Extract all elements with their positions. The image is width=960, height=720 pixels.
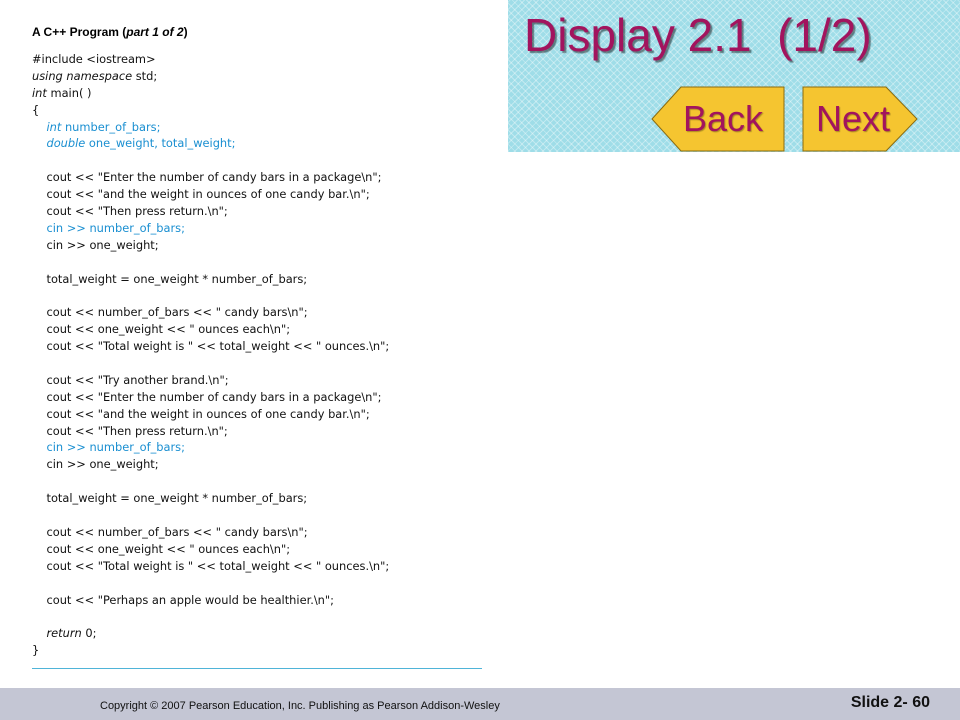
code-line: cout << "Then press return.\n"; <box>32 423 228 438</box>
code-line: cout << "Perhaps an apple would be healt… <box>32 592 334 607</box>
back-button-label: Back <box>682 98 764 139</box>
code-keyword: return <box>46 626 82 641</box>
copyright-text: Copyright © 2007 Pearson Education, Inc.… <box>100 700 500 712</box>
code-heading-suffix: ) <box>183 25 188 39</box>
code-line: cout << "Enter the number of candy bars … <box>32 170 382 185</box>
code-heading-prefix: A C++ Program ( <box>32 25 127 39</box>
code-line: #include <iostream> <box>32 52 156 66</box>
code-line: total_weight = one_weight * number_of_ba… <box>32 271 308 286</box>
code-line: cout << "Try another brand.\n"; <box>32 372 229 387</box>
code-line: cout << one_weight << " ounces each\n"; <box>32 322 291 337</box>
code-keyword: int <box>32 85 47 100</box>
code-heading-part: part 1 of 2 <box>126 25 184 39</box>
back-button[interactable]: Back <box>651 86 785 152</box>
code-line: cout << "and the weight in ounces of one… <box>32 406 370 421</box>
code-keyword: int <box>46 119 62 134</box>
code-line: cout << "Then press return.\n"; <box>32 204 228 219</box>
code-listing: A C++ Program (part 1 of 2) #include <io… <box>32 22 482 659</box>
code-divider <box>32 668 482 669</box>
code-line: total_weight = one_weight * number_of_ba… <box>32 491 308 506</box>
slide-number: Slide 2- 60 <box>850 694 930 711</box>
title-panel: Display 2.1 (1/2) Back Next <box>508 0 960 152</box>
code-line: cout << number_of_bars << " candy bars\n… <box>32 305 308 320</box>
code-line: cin >> one_weight; <box>32 237 159 252</box>
footer-bar: Copyright © 2007 Pearson Education, Inc.… <box>0 688 960 720</box>
code-line: return 0; <box>46 626 97 641</box>
code-line: cin >> number_of_bars; <box>32 220 185 235</box>
code-line: cout << one_weight << " ounces each\n"; <box>32 541 291 556</box>
next-button[interactable]: Next <box>802 86 918 152</box>
code-line: } <box>32 643 40 658</box>
code-lines: #include <iostream> using namespace std; i… <box>32 51 482 659</box>
code-line: cin >> number_of_bars; <box>32 440 185 455</box>
code-line: cin >> one_weight; <box>32 457 159 472</box>
code-line: cout << "Enter the number of candy bars … <box>32 389 382 404</box>
code-keyword: double <box>46 136 86 151</box>
code-line: { <box>32 102 40 117</box>
next-button-label: Next <box>815 98 891 139</box>
code-line: cout << "Total weight is " << total_weig… <box>32 339 390 354</box>
code-line: int number_of_bars; <box>46 119 161 134</box>
code-line: cout << "Total weight is " << total_weig… <box>32 558 390 573</box>
code-line: cout << number_of_bars << " candy bars\n… <box>32 524 308 539</box>
code-line: cout << "and the weight in ounces of one… <box>32 187 370 202</box>
slide-title: Display 2.1 (1/2) <box>524 9 872 61</box>
code-line: int main( ) <box>32 85 92 100</box>
code-line: using namespace std; <box>32 68 158 83</box>
code-line: double one_weight, total_weight; <box>46 136 236 151</box>
code-keyword: using namespace <box>32 68 133 83</box>
code-heading: A C++ Program (part 1 of 2) <box>32 22 482 42</box>
